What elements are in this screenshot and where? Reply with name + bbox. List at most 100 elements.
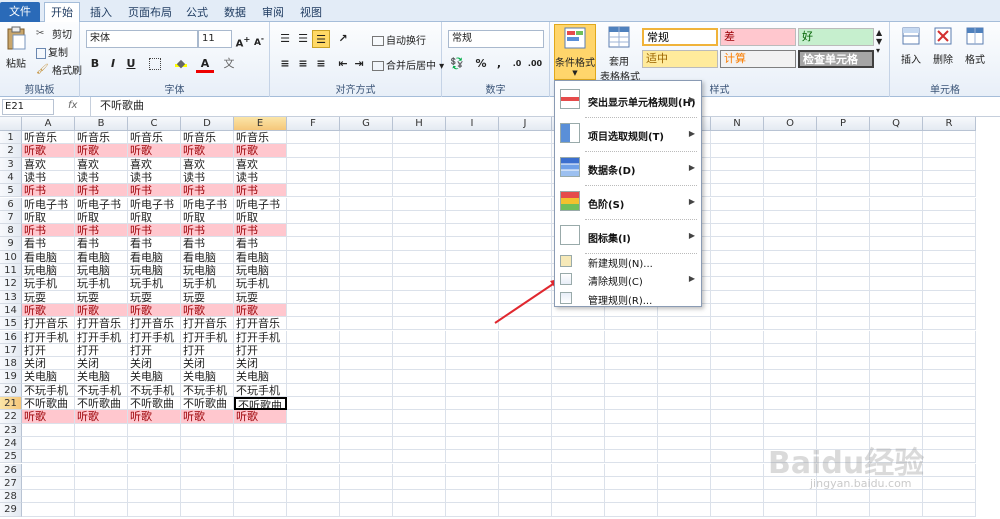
decrease-decimal-button[interactable]: .00: [526, 55, 544, 73]
cell-d24[interactable]: [181, 436, 234, 451]
cell-d12[interactable]: 玩手机: [181, 277, 234, 291]
cell-j17[interactable]: [499, 343, 552, 358]
cell-h29[interactable]: [393, 503, 446, 517]
cell-q29[interactable]: [870, 503, 923, 517]
column-header-o[interactable]: O: [764, 117, 817, 131]
cell-e9[interactable]: 看书: [234, 237, 287, 251]
cell-c4[interactable]: 读书: [128, 170, 181, 185]
cell-m20[interactable]: [658, 383, 711, 397]
cell-n1[interactable]: [711, 131, 764, 145]
cell-n4[interactable]: [711, 170, 764, 185]
cell-f21[interactable]: [287, 397, 340, 411]
cell-h25[interactable]: [393, 450, 446, 464]
cell-n23[interactable]: [711, 423, 764, 437]
cell-f17[interactable]: [287, 343, 340, 358]
cell-f11[interactable]: [287, 264, 340, 278]
cell-e19[interactable]: 关电脑: [234, 370, 287, 384]
cell-a28[interactable]: [22, 490, 75, 504]
cell-k23[interactable]: [552, 423, 605, 437]
cell-r5[interactable]: [923, 184, 976, 198]
cell-c20[interactable]: 不玩手机: [128, 383, 181, 397]
cell-f1[interactable]: [287, 131, 340, 145]
cell-r14[interactable]: [923, 303, 976, 318]
cell-b5[interactable]: 听书: [75, 184, 128, 198]
italic-button[interactable]: I: [104, 55, 122, 73]
cell-f25[interactable]: [287, 450, 340, 464]
cell-h12[interactable]: [393, 277, 446, 291]
tab-insert[interactable]: 插入: [84, 3, 118, 22]
row-header-29[interactable]: 29: [0, 503, 22, 517]
cell-f14[interactable]: [287, 303, 340, 318]
styles-more-button[interactable]: ▲ ▼ ▾: [876, 28, 882, 55]
cell-h10[interactable]: [393, 250, 446, 264]
cell-h5[interactable]: [393, 184, 446, 198]
menu-item-manage-rules[interactable]: 管理规则(R)...: [555, 290, 701, 307]
cell-a18[interactable]: 关闭: [22, 357, 75, 371]
cell-p8[interactable]: [817, 224, 870, 238]
style-normal[interactable]: 常规: [642, 28, 718, 46]
cell-j6[interactable]: [499, 197, 552, 211]
style-calculation[interactable]: 计算: [720, 50, 796, 68]
cell-a19[interactable]: 关电脑: [22, 370, 75, 384]
cell-g27[interactable]: [340, 476, 393, 491]
cell-m28[interactable]: [658, 490, 711, 504]
cell-d28[interactable]: [181, 490, 234, 504]
underline-button[interactable]: U: [122, 55, 140, 73]
cell-a3[interactable]: 喜欢: [22, 157, 75, 171]
menu-item-icon-sets[interactable]: 图标集(I) ▶: [555, 221, 701, 251]
align-top-button[interactable]: ☰: [276, 30, 294, 48]
cell-d29[interactable]: [181, 503, 234, 517]
cell-j10[interactable]: [499, 250, 552, 264]
cell-n3[interactable]: [711, 157, 764, 171]
cell-h28[interactable]: [393, 490, 446, 504]
cell-i21[interactable]: [446, 397, 499, 411]
cell-i18[interactable]: [446, 357, 499, 371]
cell-i26[interactable]: [446, 463, 499, 477]
cell-e22[interactable]: 听歌: [234, 410, 287, 424]
cell-m17[interactable]: [658, 343, 711, 358]
cell-g16[interactable]: [340, 330, 393, 344]
cell-p4[interactable]: [817, 170, 870, 185]
cell-c29[interactable]: [128, 503, 181, 517]
style-neutral[interactable]: 适中: [642, 50, 718, 68]
cell-a20[interactable]: 不玩手机: [22, 383, 75, 397]
align-left-button[interactable]: ≡: [276, 55, 294, 73]
cell-a15[interactable]: 打开音乐: [22, 317, 75, 331]
row-header-1[interactable]: 1: [0, 131, 22, 145]
shrink-font-button[interactable]: A-: [250, 30, 268, 48]
cell-f6[interactable]: [287, 197, 340, 211]
row-header-3[interactable]: 3: [0, 157, 22, 171]
tab-view[interactable]: 视图: [294, 3, 328, 22]
cell-p21[interactable]: [817, 397, 870, 411]
cell-c16[interactable]: 打开手机: [128, 330, 181, 344]
cell-a24[interactable]: [22, 436, 75, 451]
cell-q28[interactable]: [870, 490, 923, 504]
cell-h22[interactable]: [393, 410, 446, 424]
cell-p9[interactable]: [817, 237, 870, 251]
delete-cells-button[interactable]: 删除: [928, 26, 958, 66]
tab-home[interactable]: 开始: [44, 2, 80, 22]
cell-c8[interactable]: 听书: [128, 224, 181, 238]
cell-h1[interactable]: [393, 131, 446, 145]
cell-o2[interactable]: [764, 144, 817, 158]
cell-a16[interactable]: 打开手机: [22, 330, 75, 344]
cell-o16[interactable]: [764, 330, 817, 344]
cell-k20[interactable]: [552, 383, 605, 397]
cell-r2[interactable]: [923, 144, 976, 158]
active-cell[interactable]: 不听歌曲: [234, 397, 287, 411]
row-header-18[interactable]: 18: [0, 357, 22, 371]
cell-r8[interactable]: [923, 224, 976, 238]
cell-r26[interactable]: [923, 463, 976, 477]
copy-button[interactable]: 复制: [36, 44, 68, 59]
cell-p18[interactable]: [817, 357, 870, 371]
cell-h15[interactable]: [393, 317, 446, 331]
cell-r17[interactable]: [923, 343, 976, 358]
column-header-j[interactable]: J: [499, 117, 552, 131]
cell-e5[interactable]: 听书: [234, 184, 287, 198]
cell-i20[interactable]: [446, 383, 499, 397]
cell-f28[interactable]: [287, 490, 340, 504]
cell-f20[interactable]: [287, 383, 340, 397]
cell-l26[interactable]: [605, 463, 658, 477]
cell-l22[interactable]: [605, 410, 658, 424]
cell-r29[interactable]: [923, 503, 976, 517]
